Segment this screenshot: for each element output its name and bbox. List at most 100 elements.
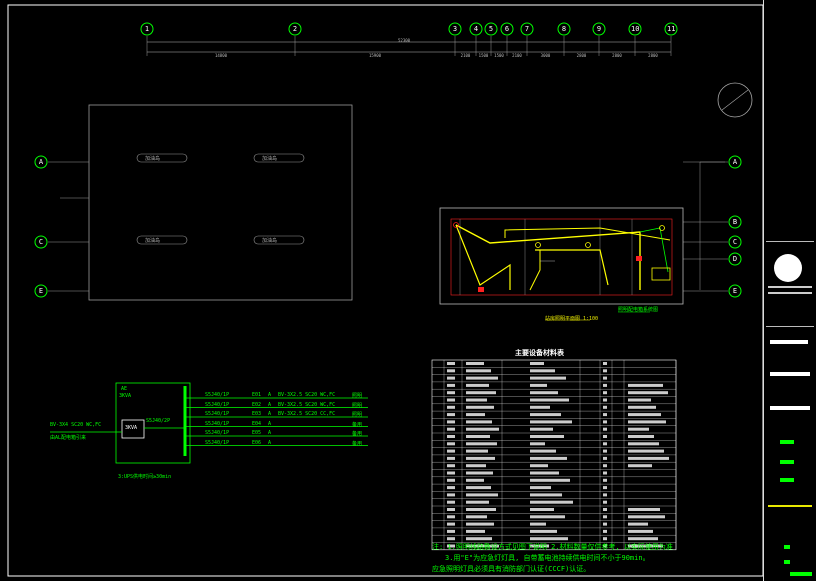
table-cell-text — [628, 508, 660, 511]
axis-label: E — [38, 287, 44, 295]
cad-drawing-canvas[interactable] — [0, 0, 816, 581]
table-cell-text — [603, 398, 607, 402]
right-grid-axes — [683, 155, 742, 298]
table-cell-text — [466, 522, 494, 526]
table-cell-text — [628, 464, 652, 468]
table-cell-text — [530, 464, 548, 468]
title-block-rule — [768, 505, 812, 507]
table-cell-text — [466, 376, 498, 380]
equipment-material-table[interactable] — [431, 359, 677, 551]
table-cell-text — [530, 376, 566, 380]
table-cell-text — [530, 398, 569, 402]
axis-label: A — [38, 158, 44, 166]
axis-label: E — [732, 287, 738, 295]
table-cell-text — [603, 420, 607, 424]
table-cell-text — [603, 486, 607, 490]
table-cell-text — [603, 405, 607, 409]
table-cell-text — [466, 456, 495, 460]
company-logo-icon — [774, 254, 802, 282]
circuit-id-label: E02 — [252, 401, 262, 408]
canopy-outline[interactable] — [88, 104, 353, 301]
table-cell-text — [603, 515, 607, 519]
table-cell-text — [466, 493, 498, 497]
circuit-use-label: 备用 — [352, 431, 363, 437]
circuit-id-label: E04 — [252, 420, 262, 427]
station-building-plan[interactable] — [439, 207, 684, 305]
circuit-breaker-label: S5J40/1P — [205, 420, 230, 427]
left-grid-axes — [34, 155, 89, 298]
table-cell-text — [466, 435, 490, 438]
circuit-e01[interactable] — [455, 224, 641, 290]
table-cell-text — [466, 508, 496, 511]
table-cell-text — [466, 449, 488, 453]
axis-label: 6 — [504, 25, 510, 33]
pump-island-label: 加油岛 — [262, 156, 278, 162]
table-cell-text — [603, 449, 607, 453]
table-cell-text — [530, 405, 550, 409]
exit-sign-icon — [636, 256, 642, 261]
circuit-cable-label: BV-3X2.5 SC20 WC,FC — [278, 401, 336, 408]
table-cell-text — [628, 456, 669, 460]
table-cell-text — [530, 413, 561, 417]
circuit-cable-label: BV-3X2.5 SC20 CC,FC — [278, 411, 336, 417]
circuit-e03[interactable] — [535, 249, 609, 286]
circuit-use-label: 照明 — [352, 412, 363, 418]
total-dimension-label: 52300 — [398, 38, 411, 43]
circuit-use-label: 照明 — [352, 402, 363, 409]
table-cell-text — [603, 529, 607, 533]
table-cell-text — [530, 435, 564, 438]
circuit-phase-label: A — [268, 430, 272, 436]
table-cell-text — [603, 522, 607, 526]
axis-label: 4 — [473, 25, 479, 33]
circuit-id-label: E05 — [252, 430, 262, 436]
circuit-branch-b[interactable] — [504, 227, 671, 241]
status-mark — [780, 478, 794, 482]
note-line-2: 3.用"E"为应急灯灯具, 自带蓄电池持续供电时间不小于90min。 — [445, 554, 650, 562]
circuit-cable-label: BV-3X2.5 SC20 WC,FC — [278, 392, 336, 398]
dimension-label: 2100 — [512, 53, 522, 58]
circuit-e02[interactable] — [455, 224, 511, 290]
table-cell-icon — [447, 376, 455, 380]
note-line-3: 应急照明灯具必须具有消防部门认证(CCCF)认证。 — [432, 565, 591, 573]
table-cell-text — [628, 427, 649, 431]
table-cell-text — [466, 413, 485, 417]
ups-duration-note: 3:UPS供电时间≥30min — [118, 474, 172, 480]
table-cell-icon — [447, 369, 455, 373]
table-cell-icon — [447, 537, 455, 541]
circuit-breaker-label: S5J40/1P — [205, 392, 230, 398]
drawing-name-bar — [770, 406, 810, 410]
dimension-label: 15900 — [368, 53, 382, 58]
table-cell-text — [466, 398, 487, 402]
incoming-feeder-note: 由AL配电箱引来 — [50, 435, 87, 441]
table-cell-text — [603, 500, 607, 504]
table-cell-icon — [447, 420, 455, 424]
table-cell-text — [530, 391, 558, 395]
table-cell-icon — [447, 508, 455, 511]
table-cell-icon — [447, 471, 455, 475]
table-cell-text — [466, 486, 491, 490]
table-cell-text — [530, 508, 554, 511]
incoming-feeder-label: BV-3X4 SC20 WC,FC — [50, 422, 102, 428]
title-block-divider — [766, 325, 814, 327]
table-cell-text — [628, 391, 668, 395]
dimension-label: 2800 — [612, 53, 622, 58]
table-cell-icon — [447, 529, 455, 533]
table-cell-icon — [447, 362, 455, 365]
drawing-frame — [7, 4, 764, 577]
light-fixture-icon — [535, 242, 541, 248]
circuit-breaker-label: S5J40/1P — [205, 430, 230, 436]
emergency-circuit[interactable] — [639, 227, 669, 273]
table-cell-text — [603, 369, 607, 373]
building-outer-wall — [439, 207, 684, 305]
table-cell-text — [530, 427, 553, 431]
table-cell-text — [628, 522, 648, 526]
table-cell-icon — [447, 442, 455, 446]
table-cell-icon — [447, 522, 455, 526]
north-arrow-needle-icon — [721, 89, 749, 111]
circuit-use-label: 照明 — [352, 393, 363, 399]
circuit-id-label: E03 — [252, 411, 262, 417]
circuit-branch-a[interactable] — [529, 250, 541, 291]
table-cell-text — [530, 471, 559, 475]
table-cell-icon — [447, 449, 455, 453]
axis-label: A — [732, 158, 738, 166]
